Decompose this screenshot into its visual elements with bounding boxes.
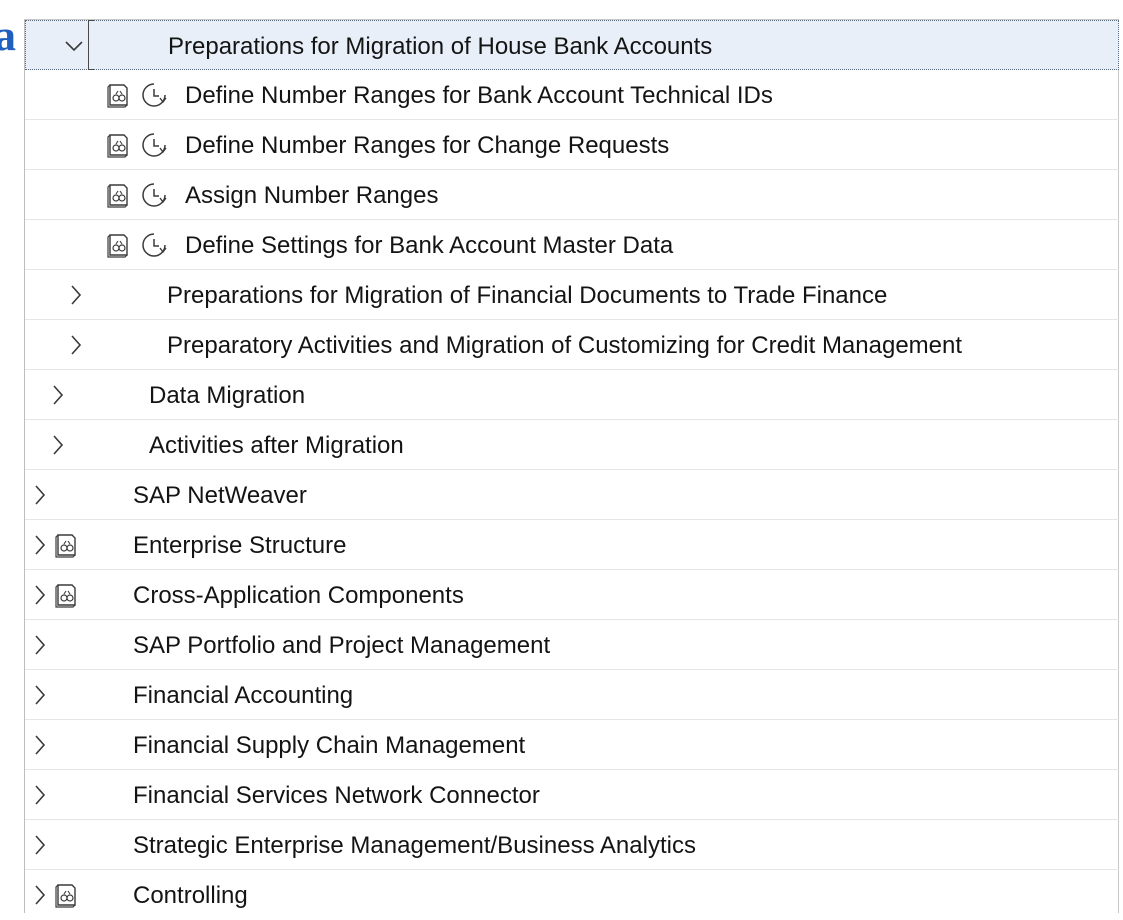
- documentation-icon[interactable]: [105, 82, 131, 108]
- chevron-right-icon[interactable]: [69, 283, 83, 307]
- chevron-down-icon[interactable]: [64, 34, 83, 58]
- tree-row-label: SAP Portfolio and Project Management: [133, 632, 551, 659]
- chevron-right-icon[interactable]: [33, 783, 47, 807]
- activity-clock-icon[interactable]: [141, 182, 167, 208]
- chevron-right-icon[interactable]: [33, 733, 47, 757]
- tree-row-activity[interactable]: Define Number Ranges for Bank Account Te…: [25, 70, 1119, 120]
- chevron-right-icon[interactable]: [51, 433, 65, 457]
- tree-row-label: Define Settings for Bank Account Master …: [185, 232, 674, 259]
- tree-row-label: Financial Supply Chain Management: [133, 732, 526, 759]
- chevron-right-icon[interactable]: [33, 483, 47, 507]
- tree-row-label: Cross-Application Components: [133, 582, 464, 609]
- tree-row-folder[interactable]: Strategic Enterprise Management/Business…: [25, 820, 1119, 870]
- tree-row-folder[interactable]: Data Migration: [25, 370, 1119, 420]
- tree-row-label: Activities after Migration: [149, 432, 404, 459]
- tree-row-label: Strategic Enterprise Management/Business…: [133, 832, 696, 859]
- chevron-right-icon[interactable]: [33, 583, 47, 607]
- tree-row-folder[interactable]: Financial Accounting: [25, 670, 1119, 720]
- tree-row-label: Data Migration: [149, 382, 306, 409]
- tree-row-label: Preparations for Migration of Financial …: [167, 282, 888, 309]
- tree-row-folder[interactable]: Financial Supply Chain Management: [25, 720, 1119, 770]
- chevron-right-icon[interactable]: [33, 683, 47, 707]
- chevron-right-icon[interactable]: [33, 833, 47, 857]
- tree-row-label: Financial Services Network Connector: [133, 782, 540, 809]
- tree-row-activity[interactable]: Define Number Ranges for Change Requests: [25, 120, 1119, 170]
- tree-row-house-bank-accounts[interactable]: Preparations for Migration of House Bank…: [25, 20, 1119, 70]
- chevron-right-icon[interactable]: [33, 883, 47, 907]
- tree-row-folder[interactable]: Activities after Migration: [25, 420, 1119, 470]
- tree-row-activity[interactable]: Define Settings for Bank Account Master …: [25, 220, 1119, 270]
- chevron-right-icon[interactable]: [33, 533, 47, 557]
- tree-row-label: Assign Number Ranges: [185, 182, 439, 209]
- tree-row-label: Financial Accounting: [133, 682, 354, 709]
- tree-row-folder[interactable]: Enterprise Structure: [25, 520, 1119, 570]
- documentation-icon[interactable]: [105, 182, 131, 208]
- activity-clock-icon[interactable]: [141, 132, 167, 158]
- tree-row-folder[interactable]: Cross-Application Components: [25, 570, 1119, 620]
- tree-row-folder[interactable]: Preparations for Migration of Financial …: [25, 270, 1119, 320]
- implementation-guide-tree: Preparations for Migration of House Bank…: [24, 19, 1119, 913]
- tree-row-folder[interactable]: SAP NetWeaver: [25, 470, 1119, 520]
- documentation-icon[interactable]: [53, 532, 79, 558]
- activity-clock-icon[interactable]: [141, 82, 167, 108]
- documentation-icon[interactable]: [105, 232, 131, 258]
- tree-row-folder[interactable]: SAP Portfolio and Project Management: [25, 620, 1119, 670]
- left-edge-fragment: a: [0, 11, 16, 60]
- tree-row-label: Enterprise Structure: [133, 532, 347, 559]
- tree-row-folder[interactable]: Financial Services Network Connector: [25, 770, 1119, 820]
- tree-row-label: SAP NetWeaver: [133, 482, 307, 509]
- chevron-right-icon[interactable]: [69, 333, 83, 357]
- tree-row-label: Define Number Ranges for Bank Account Te…: [185, 82, 773, 109]
- tree-row-folder[interactable]: Preparatory Activities and Migration of …: [25, 320, 1119, 370]
- tree-row-label: Preparatory Activities and Migration of …: [167, 332, 963, 359]
- focus-bracket: [88, 20, 94, 70]
- tree-row-label: Preparations for Migration of House Bank…: [168, 33, 713, 60]
- tree-row-activity[interactable]: Assign Number Ranges: [25, 170, 1119, 220]
- documentation-icon[interactable]: [53, 582, 79, 608]
- documentation-icon[interactable]: [105, 132, 131, 158]
- activity-clock-icon[interactable]: [141, 232, 167, 258]
- chevron-right-icon[interactable]: [33, 633, 47, 657]
- tree-row-label: Define Number Ranges for Change Requests: [185, 132, 670, 159]
- documentation-icon[interactable]: [53, 882, 79, 908]
- tree-row-label: Controlling: [133, 882, 248, 909]
- chevron-right-icon[interactable]: [51, 383, 65, 407]
